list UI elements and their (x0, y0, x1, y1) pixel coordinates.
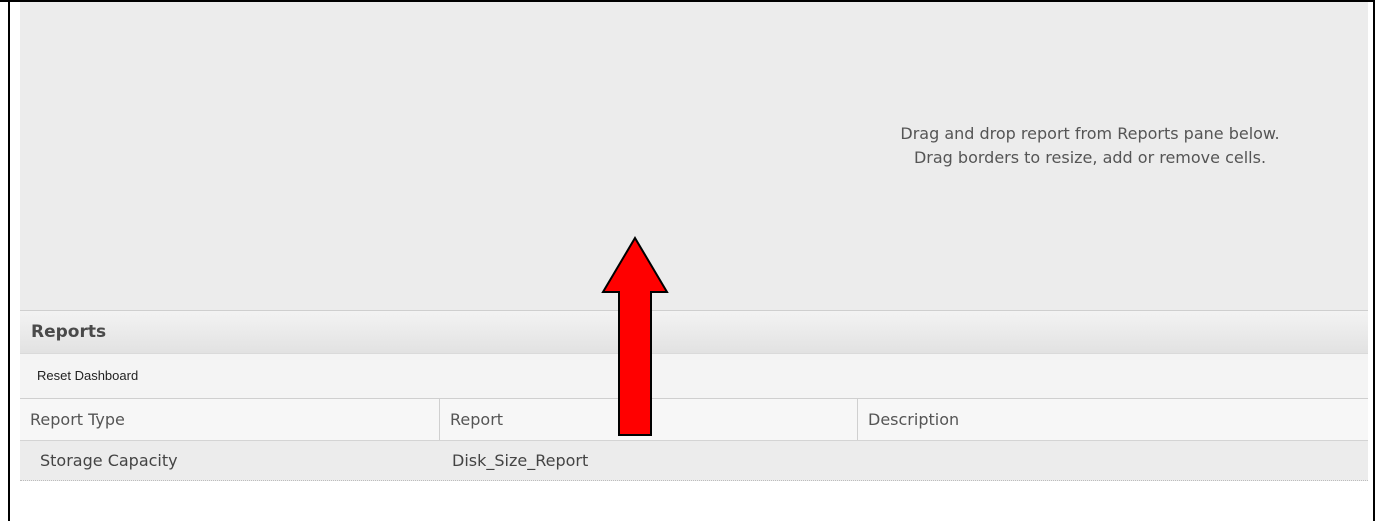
column-header-report-type[interactable]: Report Type (20, 399, 440, 440)
arrow-shape (601, 236, 669, 436)
frame-left-border (8, 0, 10, 521)
table-row[interactable]: Storage Capacity Disk_Size_Report (20, 441, 1368, 481)
cell-report: Disk_Size_Report (452, 451, 589, 470)
reports-grid-header: Report Type Report Description (20, 399, 1368, 441)
reports-panel-title: Reports (31, 322, 107, 342)
dashboard-hint-line-2: Drag borders to resize, add or remove ce… (913, 148, 1267, 167)
reset-dashboard-button[interactable]: Reset Dashboard (37, 368, 138, 383)
reports-panel: Reports Reset Dashboard Report Type Repo… (20, 310, 1368, 521)
reports-toolbar: Reset Dashboard (20, 353, 1368, 399)
cell-report-type: Storage Capacity (40, 451, 178, 470)
dashboard-hint-line-1: Drag and drop report from Reports pane b… (900, 124, 1280, 143)
red-up-arrow-icon (601, 236, 669, 436)
dashboard-drop-area[interactable]: Drag and drop report from Reports pane b… (20, 2, 1368, 310)
dashboard-hint: Drag and drop report from Reports pane b… (840, 122, 1340, 170)
column-header-description[interactable]: Description (858, 399, 1368, 440)
reports-panel-header: Reports (20, 310, 1368, 353)
